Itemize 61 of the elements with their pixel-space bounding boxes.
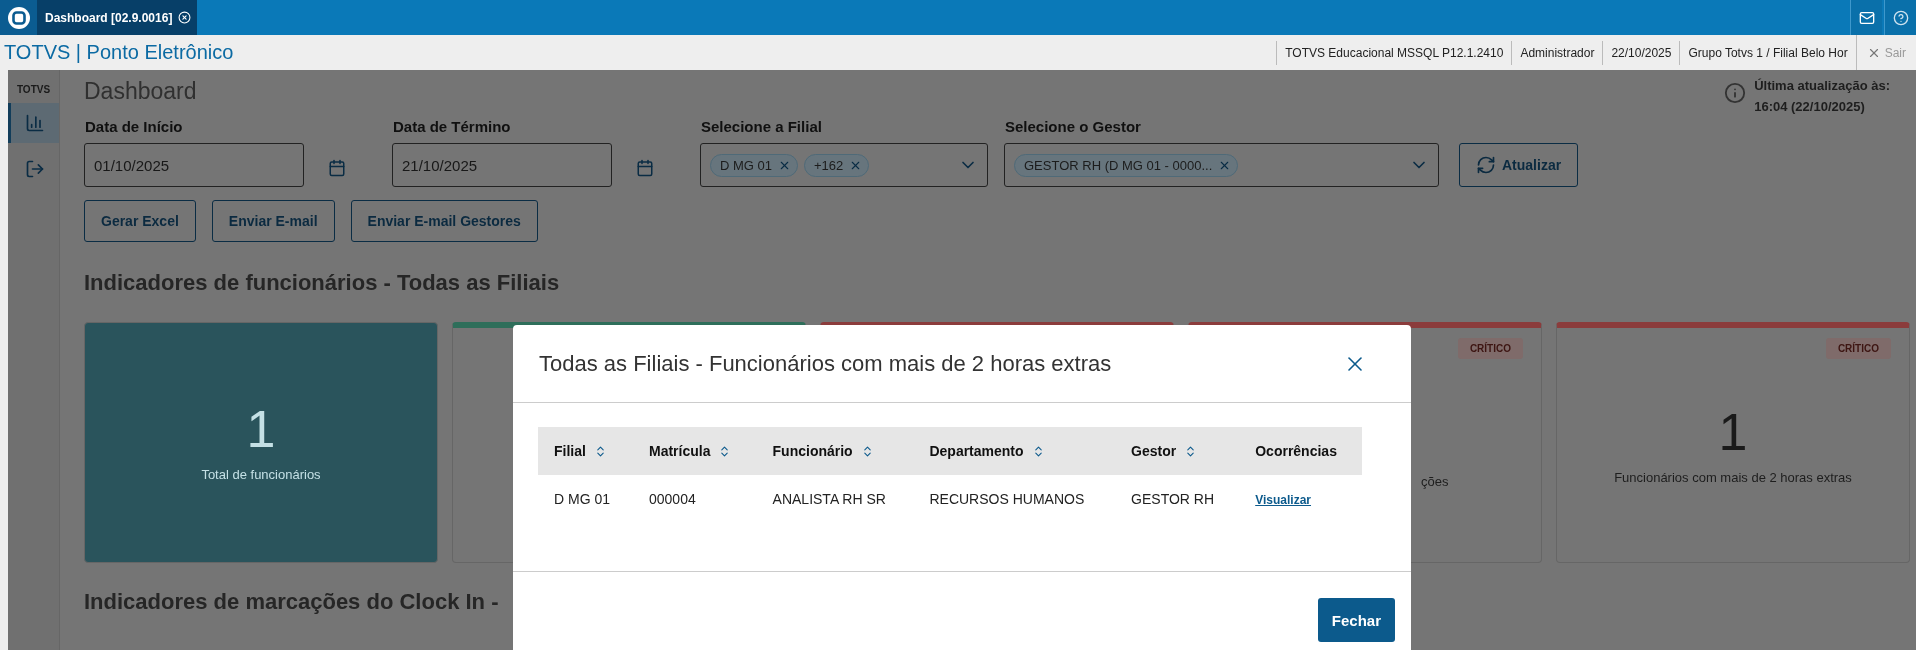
critical-badge: CRÍTICO (1457, 338, 1523, 359)
page-title: Dashboard (84, 78, 197, 105)
refresh-icon (1476, 155, 1496, 175)
chart-icon[interactable] (25, 113, 45, 133)
sidebar-logo: TOTVS (15, 84, 52, 95)
column-header[interactable]: Funcionário (756, 427, 914, 475)
card-label: Total de funcionários (201, 467, 321, 482)
card-label: Funcionários com mais de 2 horas extras (1614, 469, 1852, 485)
field-label: Selecione o Gestor (1004, 118, 1142, 135)
field-label: Data de Término (392, 118, 512, 135)
select-field[interactable]: GESTOR RH (D MG 01 - 0000... (1004, 143, 1439, 187)
view-link[interactable]: Visualizar (1255, 493, 1311, 507)
modal-title: Todas as Filiais - Funcionários com mais de 2 horas extras (539, 350, 1112, 377)
calendar-icon[interactable] (328, 159, 346, 177)
card-label: ções (1421, 473, 1449, 489)
session-info: Grupo Totvs 1 / Filial Belo Hor (1679, 40, 1856, 65)
close-button[interactable]: Fechar (1317, 598, 1395, 642)
update-time: 16:04 (22/10/2025) (1754, 99, 1866, 114)
filter-chip[interactable]: +162 (804, 153, 870, 177)
app-title: TOTVS | Ponto Eletrônico (4, 41, 234, 64)
indicator-card[interactable]: CRÍTICO 1 Funcionários com mais de 2 horas extras (1556, 322, 1910, 563)
column-header: Ocorrências (1239, 427, 1362, 475)
field-label: Data de Início (84, 118, 184, 135)
table-cell: ANALISTA RH SR (756, 475, 914, 523)
session-info: Administrador (1511, 40, 1603, 65)
card-value: 1 (246, 403, 276, 455)
column-header[interactable]: Filial (538, 427, 633, 475)
refresh-button[interactable]: Atualizar (1459, 143, 1579, 187)
sidebar-item[interactable] (8, 103, 59, 143)
info-icon (1724, 82, 1747, 104)
session-info: 22/10/2025 (1602, 40, 1680, 65)
session-info: TOTVS Educacional MSSQL P12.1.2410 (1276, 40, 1512, 65)
mail-icon[interactable] (1858, 9, 1875, 26)
app-tab[interactable]: Dashboard [02.9.0016] (37, 0, 198, 35)
table-cell: D MG 01 (538, 475, 633, 523)
action-button[interactable]: Enviar E-mail Gestores (350, 200, 538, 242)
filter-chip[interactable]: GESTOR RH (D MG 01 - 0000... (1014, 153, 1239, 177)
close-icon[interactable] (178, 11, 192, 24)
date-field[interactable]: 21/10/2025 (392, 143, 612, 187)
critical-badge: CRÍTICO (1825, 338, 1891, 359)
filter-chip[interactable]: D MG 01 (710, 153, 798, 177)
action-button[interactable]: Enviar E-mail (211, 200, 335, 242)
card-value: 1 (1718, 405, 1748, 458)
update-label: Última atualização às: (1754, 78, 1890, 93)
select-field[interactable]: D MG 01 +162 (700, 143, 988, 187)
logout-icon[interactable] (25, 159, 45, 179)
table-cell: GESTOR RH (1115, 475, 1240, 523)
action-button[interactable]: Gerar Excel (84, 200, 196, 242)
logo-icon (6, 5, 31, 30)
section-title: Indicadores de marcações do Clock In - (84, 589, 500, 615)
help-icon[interactable] (1892, 9, 1909, 26)
indicator-card[interactable]: 1 Total de funcionários (84, 322, 438, 563)
calendar-icon[interactable] (636, 159, 654, 177)
table-cell: RECURSOS HUMANOS (913, 475, 1116, 523)
date-field[interactable]: 01/10/2025 (84, 143, 304, 187)
section-title: Indicadores de funcionários - Todas as Filiais (84, 270, 561, 296)
column-header[interactable]: Matrícula (633, 427, 757, 475)
column-header[interactable]: Departamento (913, 427, 1116, 475)
table-cell: 000004 (633, 475, 757, 523)
column-header[interactable]: Gestor (1115, 427, 1240, 475)
field-label: Selecione a Filial (700, 118, 823, 135)
